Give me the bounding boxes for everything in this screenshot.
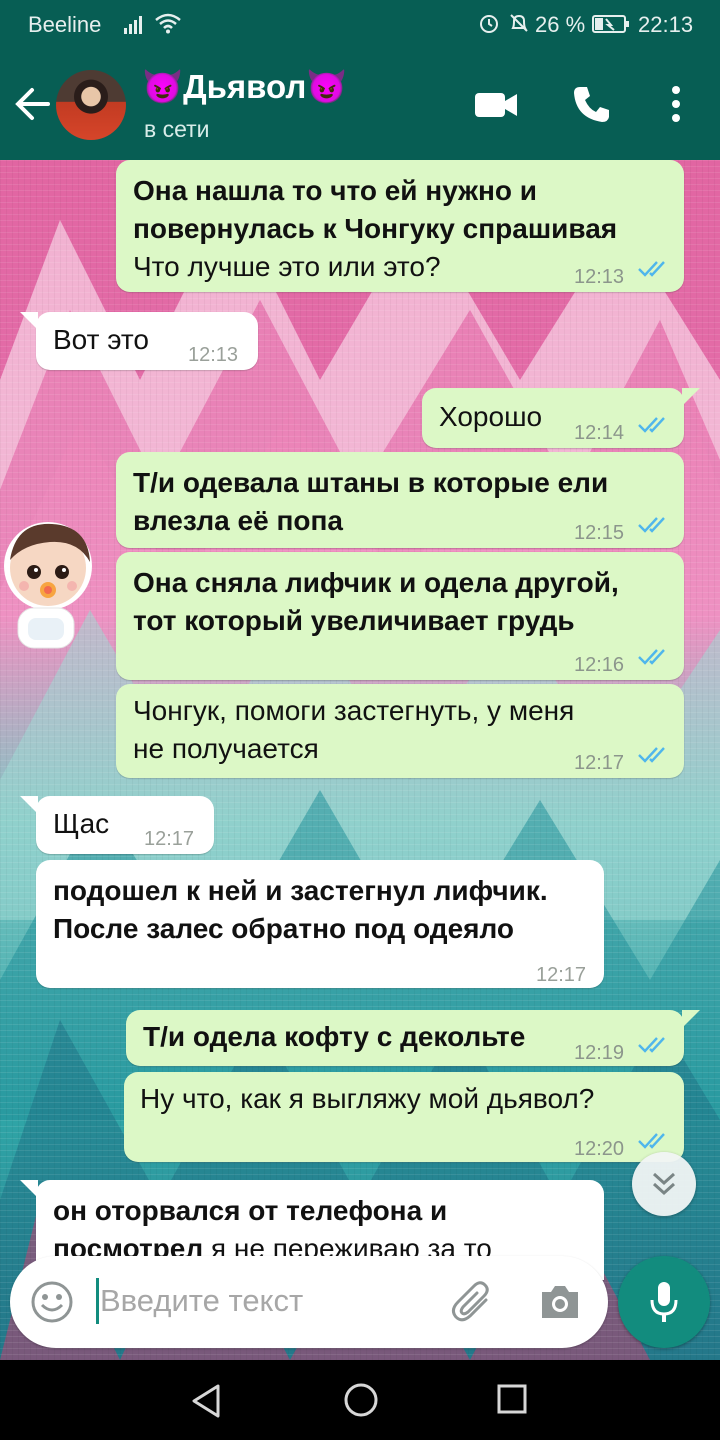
- message-text: подошел к ней и застегнул лифчик. После …: [53, 875, 548, 944]
- bubble-tail: [20, 312, 38, 330]
- message-incoming[interactable]: подошел к ней и застегнул лифчик. После …: [36, 860, 604, 988]
- read-receipt-icon: [638, 517, 665, 533]
- mic-icon: [650, 1282, 678, 1322]
- message-text: Хорошо: [439, 401, 543, 432]
- mute-bell-icon: [510, 14, 528, 32]
- carrier-name: Beeline: [28, 12, 102, 37]
- read-receipt-icon: [638, 417, 665, 433]
- read-receipt-icon: [638, 1133, 665, 1149]
- bubble-tail: [682, 388, 700, 406]
- chat-area[interactable]: Она нашла то что ей нужно и повернулась …: [0, 160, 720, 1360]
- message-time: 12:13: [188, 344, 239, 366]
- message-time: 12:20: [574, 1138, 625, 1160]
- battery-percent: 26 %: [535, 12, 586, 37]
- message-time: 12:17: [536, 964, 587, 986]
- message-outgoing[interactable]: Ну что, как я выгляжу мой дьявол? 12:20: [124, 1072, 684, 1162]
- message-time: 12:17: [574, 752, 625, 774]
- message-incoming[interactable]: Вот это 12:13: [20, 312, 258, 370]
- message-time: 12:14: [574, 422, 625, 444]
- alarm-icon: [480, 15, 498, 33]
- back-arrow-icon[interactable]: [12, 86, 52, 122]
- bubble-tail: [20, 796, 38, 814]
- read-receipt-icon: [638, 261, 665, 277]
- message-text: Она сняла лифчик и одела другой, тот кот…: [133, 567, 619, 636]
- message-outgoing[interactable]: Она нашла то что ей нужно и повернулась …: [116, 160, 684, 292]
- chat-header: 😈Дьявол😈 в сети: [0, 50, 720, 160]
- message-time: 12:13: [574, 266, 625, 288]
- camera-icon[interactable]: [538, 1282, 582, 1322]
- bubble-tail: [20, 1180, 38, 1198]
- baby-sticker: [4, 522, 92, 649]
- clock: 22:13: [638, 12, 694, 37]
- phone-icon[interactable]: [572, 84, 612, 124]
- attach-icon[interactable]: [450, 1280, 496, 1324]
- message-outgoing[interactable]: Т/и одевала штаны в которые ели влезла е…: [116, 452, 684, 548]
- message-text: Щас: [53, 808, 110, 839]
- message-composer: [10, 1256, 608, 1348]
- bubble-tail: [682, 1010, 700, 1028]
- status-bar: Beeline 26 % 22:13: [0, 0, 720, 50]
- system-nav-bar: [0, 1360, 720, 1440]
- text-caret: [96, 1278, 99, 1324]
- read-receipt-icon: [638, 747, 665, 763]
- message-outgoing[interactable]: Она сняла лифчик и одела другой, тот кот…: [116, 552, 684, 680]
- message-outgoing[interactable]: Хорошо 12:14: [422, 388, 700, 448]
- message-time: 12:15: [574, 522, 625, 544]
- signal-icon: [124, 16, 142, 34]
- message-text: Ну что, как я выгляжу мой дьявол?: [140, 1083, 595, 1114]
- message-text: Вот это: [53, 324, 149, 355]
- message-text: Т/и одевала штаны в которые ели влезла е…: [133, 467, 609, 536]
- contact-name[interactable]: 😈Дьявол😈: [142, 68, 347, 107]
- scroll-down-button[interactable]: [632, 1152, 696, 1216]
- scroll-down-icon: [652, 1172, 676, 1196]
- battery-charging-icon: [592, 15, 629, 33]
- more-vert-icon[interactable]: [666, 84, 686, 124]
- video-call-icon[interactable]: [474, 90, 518, 120]
- message-input[interactable]: [100, 1278, 430, 1324]
- avatar[interactable]: [56, 70, 126, 140]
- message-outgoing[interactable]: Чонгук, помоги застегнуть, у меня не пол…: [116, 684, 684, 778]
- nav-home-icon[interactable]: [343, 1382, 379, 1418]
- message-incoming[interactable]: Щас 12:17: [20, 796, 214, 854]
- presence-status: в сети: [144, 116, 210, 142]
- message-text: Она нашла то что ей нужно и повернулась …: [133, 175, 618, 282]
- nav-recents-icon[interactable]: [497, 1384, 527, 1414]
- message-time: 12:16: [574, 654, 625, 676]
- nav-back-icon[interactable]: [190, 1384, 222, 1418]
- message-outgoing[interactable]: Т/и одела кофту с декольте 12:19: [126, 1010, 700, 1066]
- emoji-icon[interactable]: [30, 1280, 74, 1324]
- message-time: 12:19: [574, 1042, 625, 1064]
- read-receipt-icon: [638, 649, 665, 665]
- message-time: 12:17: [144, 828, 195, 850]
- message-text: Чонгук, помоги застегнуть, у меня не пол…: [133, 695, 575, 764]
- message-text: Т/и одела кофту с декольте: [143, 1021, 526, 1052]
- wifi-icon: [155, 13, 181, 34]
- read-receipt-icon: [638, 1037, 665, 1053]
- voice-record-button[interactable]: [618, 1256, 710, 1348]
